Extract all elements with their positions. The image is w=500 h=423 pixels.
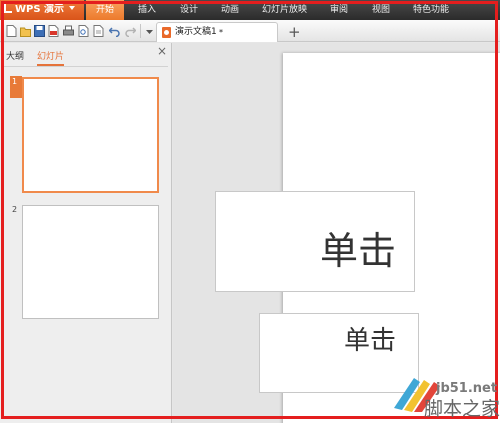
print-preview-icon[interactable] (78, 25, 89, 37)
tab-outline[interactable]: 大纲 (6, 49, 24, 62)
title-placeholder[interactable]: 单击 (215, 191, 415, 292)
tab-special-features[interactable]: 特色功能 (413, 0, 449, 20)
new-tab-button[interactable]: + (288, 22, 301, 42)
preview-icon[interactable] (93, 25, 104, 37)
selected-slide-marker: 1 (10, 76, 22, 98)
customize-dropdown-icon[interactable] (144, 25, 155, 37)
app-name: WPS 演示 (15, 4, 65, 15)
unsaved-mark: * (219, 28, 223, 37)
watermark-text: 脚本之家 (424, 398, 500, 420)
toolbar-separator (140, 24, 141, 38)
slide-number-2: 2 (12, 205, 18, 214)
export-pdf-icon[interactable] (48, 25, 59, 37)
wps-presentation-window: WPS 演示 开始 插入 设计 动画 幻灯片放映 审阅 视图 特色功能 演示文稿… (0, 0, 500, 423)
slide-editing-canvas[interactable]: 单击 单击 (173, 43, 500, 423)
print-icon[interactable] (63, 25, 74, 37)
tab-home[interactable]: 开始 (86, 0, 124, 20)
slide-thumbnail-1[interactable] (22, 77, 159, 193)
menu-bar: WPS 演示 开始 插入 设计 动画 幻灯片放映 审阅 视图 特色功能 (0, 0, 500, 20)
wps-logo-icon (4, 2, 12, 13)
tab-slideshow[interactable]: 幻灯片放映 (262, 0, 307, 20)
save-icon[interactable] (34, 25, 45, 37)
title-placeholder-text: 单击 (320, 229, 397, 273)
open-icon[interactable] (20, 25, 31, 37)
tab-design[interactable]: 设计 (180, 0, 198, 20)
document-tab[interactable]: 演示文稿1 * (156, 22, 278, 42)
redo-icon[interactable] (125, 25, 136, 37)
slides-panel: 大纲 幻灯片 × 1 2 (0, 43, 172, 423)
undo-icon[interactable] (109, 25, 120, 37)
subtitle-placeholder-text: 单击 (344, 326, 397, 356)
tab-insert[interactable]: 插入 (138, 0, 156, 20)
slide-number-1: 1 (12, 77, 18, 86)
slide-thumbnail-2[interactable] (22, 205, 159, 319)
tab-animation[interactable]: 动画 (221, 0, 239, 20)
close-icon[interactable]: × (157, 44, 167, 58)
panel-divider (2, 66, 168, 67)
tab-review[interactable]: 审阅 (330, 0, 348, 20)
document-tab-title: 演示文稿1 (175, 27, 217, 37)
wps-app-menu-button[interactable]: WPS 演示 (0, 0, 84, 20)
tab-view[interactable]: 视图 (372, 0, 390, 20)
tab-slides[interactable]: 幻灯片 (37, 49, 65, 66)
chevron-down-icon (69, 6, 76, 10)
presentation-file-icon (162, 27, 171, 38)
new-icon[interactable] (6, 25, 17, 37)
